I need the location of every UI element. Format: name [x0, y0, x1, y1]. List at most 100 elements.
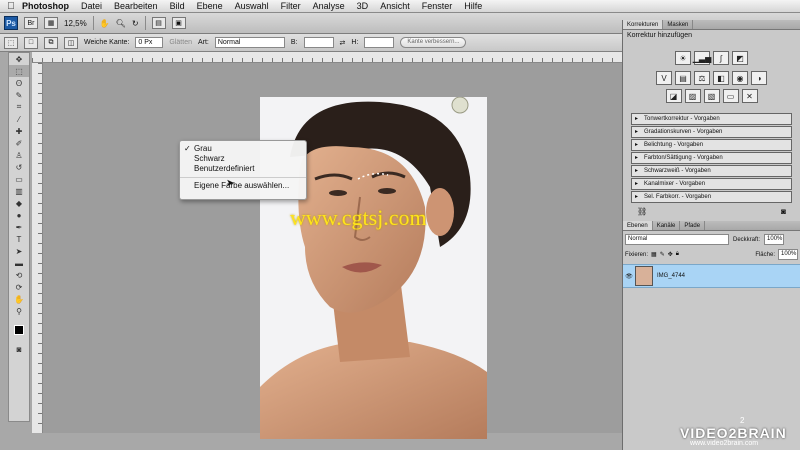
menu-item-grau[interactable]: ✓ Grau — [180, 144, 306, 154]
menu-bild[interactable]: Bild — [170, 1, 185, 11]
zoom-level[interactable]: 12,5% — [64, 19, 87, 28]
subtract-selection-icon[interactable]: ◫ — [64, 36, 78, 49]
color-balance-icon[interactable]: ⚖ — [694, 71, 710, 85]
add-selection-icon[interactable]: ⧉ — [44, 36, 58, 49]
shape-tool-icon[interactable]: ▬ — [9, 257, 29, 269]
swap-icon[interactable]: ⇄ — [340, 39, 346, 47]
apple-menu-icon[interactable]:  — [0, 1, 22, 12]
brightness-icon[interactable]: ☀ — [675, 51, 691, 65]
menu-item-benutzerdefiniert[interactable]: Benutzerdefiniert — [180, 164, 306, 174]
menu-hilfe[interactable]: Hilfe — [464, 1, 482, 11]
view-extras-icon[interactable]: ▦ — [44, 17, 58, 29]
opacity-input[interactable]: 100% — [764, 234, 785, 245]
3d-camera-tool-icon[interactable]: ⟳ — [9, 281, 29, 293]
path-select-tool-icon[interactable]: ➤ — [9, 245, 29, 257]
tab-masken[interactable]: Masken — [663, 20, 694, 29]
menu-ansicht[interactable]: Ansicht — [380, 1, 410, 11]
lock-all-icon[interactable]: 🔒︎ — [676, 251, 679, 258]
refine-edge-button[interactable]: Kante verbessern... — [400, 37, 467, 48]
preset-item[interactable]: Belichtung - Vorgaben — [631, 139, 792, 151]
selective-color-icon[interactable]: ✕ — [741, 89, 758, 103]
preset-item[interactable]: Schwarzweiß - Vorgaben — [631, 165, 792, 177]
preset-item[interactable]: Gradationskurven - Vorgaben — [631, 126, 792, 138]
lock-image-icon[interactable]: ✎ — [660, 251, 665, 258]
blend-mode-select[interactable]: Normal — [625, 234, 729, 245]
eraser-tool-icon[interactable]: ▭ — [9, 173, 29, 185]
zoom-tool-icon[interactable]: ⚲ — [9, 305, 29, 317]
photo-filter-icon[interactable]: ◉ — [732, 71, 748, 85]
height-input[interactable] — [364, 37, 395, 48]
quick-select-tool-icon[interactable]: ✎ — [9, 89, 29, 101]
tab-korrekturen[interactable]: Korrekturen — [623, 20, 664, 29]
menu-app-name[interactable]: Photoshop — [22, 1, 69, 11]
tab-ebenen[interactable]: Ebenen — [623, 221, 653, 230]
width-label: B: — [290, 39, 298, 46]
dodge-tool-icon[interactable]: ● — [9, 209, 29, 221]
invert-icon[interactable]: ◪ — [665, 89, 682, 103]
style-select[interactable]: Normal — [214, 37, 285, 48]
foreground-color-swatch[interactable] — [14, 325, 24, 335]
gradient-map-icon[interactable]: ▭ — [722, 89, 739, 103]
clip-icon[interactable]: ⛓ — [637, 207, 647, 216]
screen-mode-icon[interactable]: ▣ — [171, 17, 186, 29]
menu-item-schwarz[interactable]: Schwarz — [180, 154, 306, 164]
preset-item[interactable]: Sel. Farbkorr. - Vorgaben — [631, 191, 792, 203]
menu-item-custom-color[interactable]: Eigene Farbe auswählen... — [180, 181, 306, 191]
hand-tool-icon[interactable]: ✋ — [9, 293, 29, 305]
menu-ebene[interactable]: Ebene — [197, 1, 223, 11]
lasso-tool-icon[interactable]: ʘ — [9, 77, 29, 89]
eyedropper-tool-icon[interactable]: ⁄ — [9, 113, 29, 125]
arrange-documents-icon[interactable]: ▤ — [151, 17, 166, 29]
clone-stamp-tool-icon[interactable]: ♙ — [9, 149, 29, 161]
move-tool-icon[interactable]: ✥ — [9, 53, 29, 65]
black-white-icon[interactable]: ◧ — [713, 71, 729, 85]
tab-pfade[interactable]: Pfade — [680, 221, 706, 230]
zoom-tool-icon[interactable]: 🔍︎ — [116, 19, 126, 28]
rotate-view-icon[interactable]: ↻ — [132, 19, 139, 28]
new-selection-icon[interactable]: □ — [24, 36, 38, 49]
hand-tool-icon[interactable]: ✋ — [100, 19, 110, 28]
pen-tool-icon[interactable]: ✒ — [9, 221, 29, 233]
lock-transparency-icon[interactable]: ▦ — [651, 251, 657, 258]
width-input[interactable] — [303, 37, 334, 48]
marquee-preset-icon[interactable]: ⬚ — [4, 36, 18, 49]
levels-icon[interactable]: ▁▃▅ — [693, 51, 711, 65]
color-swatches[interactable] — [9, 317, 29, 343]
3d-rotate-tool-icon[interactable]: ⟲ — [9, 269, 29, 281]
brush-tool-icon[interactable]: ✐ — [9, 137, 29, 149]
vibrance-icon[interactable]: V — [656, 71, 672, 85]
history-brush-tool-icon[interactable]: ↺ — [9, 161, 29, 173]
menu-analyse[interactable]: Analyse — [313, 1, 345, 11]
menu-bearbeiten[interactable]: Bearbeiten — [114, 1, 158, 11]
preset-item[interactable]: Kanalmixer - Vorgaben — [631, 178, 792, 190]
menu-fenster[interactable]: Fenster — [422, 1, 453, 11]
menu-filter[interactable]: Filter — [281, 1, 301, 11]
curves-icon[interactable]: ∫ — [713, 51, 729, 65]
visibility-icon[interactable]: ◙ — [781, 207, 786, 216]
antialias-checkbox[interactable]: Glätten — [169, 39, 192, 46]
menu-3d[interactable]: 3D — [357, 1, 369, 11]
preset-item[interactable]: Farbton/Sättigung - Vorgaben — [631, 152, 792, 164]
fill-input[interactable]: 100% — [778, 249, 798, 260]
menu-datei[interactable]: Datei — [81, 1, 102, 11]
healing-brush-tool-icon[interactable]: ✚ — [9, 125, 29, 137]
channel-mixer-icon[interactable]: ◑ — [751, 71, 767, 85]
exposure-icon[interactable]: ◩ — [732, 51, 748, 65]
eye-icon[interactable]: 👁︎ — [623, 273, 635, 280]
menu-auswahl[interactable]: Auswahl — [235, 1, 269, 11]
lock-position-icon[interactable]: ✥ — [668, 251, 673, 258]
tab-kanaele[interactable]: Kanäle — [653, 221, 681, 230]
gradient-tool-icon[interactable]: ▥ — [9, 185, 29, 197]
bridge-icon[interactable]: Br — [24, 17, 38, 29]
blur-tool-icon[interactable]: ◆ — [9, 197, 29, 209]
marquee-tool-icon[interactable]: ⬚ — [9, 65, 29, 77]
hue-saturation-icon[interactable]: ▤ — [675, 71, 691, 85]
posterize-icon[interactable]: ▨ — [684, 89, 701, 103]
crop-tool-icon[interactable]: ⌗ — [9, 101, 29, 113]
feather-input[interactable]: 0 Px — [135, 37, 164, 48]
quick-mask-icon[interactable]: ◙ — [9, 343, 29, 355]
type-tool-icon[interactable]: T — [9, 233, 29, 245]
layer-row[interactable]: 👁︎ IMG_4744 — [623, 264, 800, 288]
preset-item[interactable]: Tonwertkorrektur - Vorgaben — [631, 113, 792, 125]
threshold-icon[interactable]: ▧ — [703, 89, 720, 103]
